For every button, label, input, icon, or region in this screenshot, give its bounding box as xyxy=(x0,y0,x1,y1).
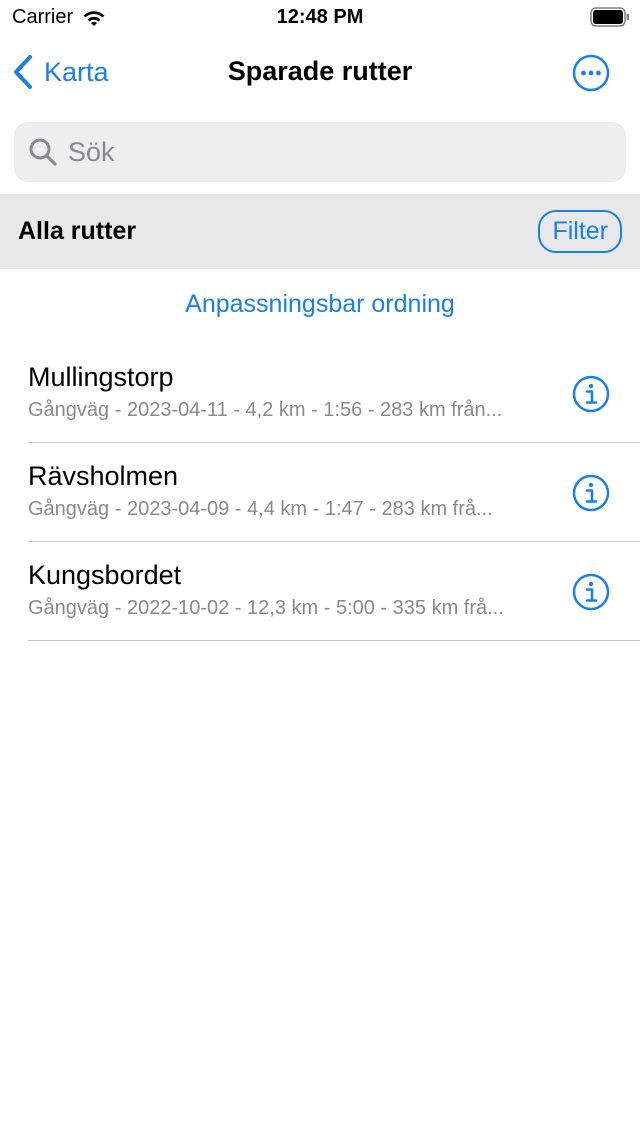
navigation-bar: Karta Sparade rutter xyxy=(0,36,640,112)
page-title: Sparade rutter xyxy=(227,56,413,86)
list-item[interactable]: Mullingstorp Gångväg - 2023-04-11 - 4,2 … xyxy=(0,344,640,443)
filter-button[interactable]: Filter xyxy=(538,210,622,253)
info-circle-icon[interactable] xyxy=(572,474,610,512)
ellipsis-circle-icon[interactable] xyxy=(572,54,610,92)
list-item[interactable]: Kungsbordet Gångväg - 2022-10-02 - 12,3 … xyxy=(0,542,640,641)
status-bar: Carrier 12:48 PM xyxy=(0,0,640,36)
clock: 12:48 PM xyxy=(276,6,364,28)
route-name: Rävsholmen xyxy=(28,461,179,491)
route-list: Mullingstorp Gångväg - 2023-04-11 - 4,2 … xyxy=(0,344,640,641)
route-details: Gångväg - 2022-10-02 - 12,3 km - 5:00 - … xyxy=(28,597,504,619)
magnifier-icon xyxy=(29,138,57,166)
route-name: Kungsbordet xyxy=(28,560,182,590)
info-circle-icon[interactable] xyxy=(572,375,610,413)
sort-order-button[interactable]: Anpassningsbar ordning xyxy=(0,290,640,319)
route-details: Gångväg - 2023-04-11 - 4,2 km - 1:56 - 2… xyxy=(28,399,503,421)
saved-routes-screen: Carrier 12:48 PM Karta Sparade rutter Sö… xyxy=(0,0,640,1136)
battery-icon xyxy=(590,7,629,27)
section-header: Alla rutter Filter xyxy=(0,194,640,269)
info-circle-icon[interactable] xyxy=(572,573,610,611)
route-details: Gångväg - 2023-04-09 - 4,4 km - 1:47 - 2… xyxy=(28,498,493,520)
search-bar[interactable] xyxy=(14,122,626,182)
row-divider xyxy=(28,640,640,641)
route-name: Mullingstorp xyxy=(28,362,174,392)
list-item[interactable]: Rävsholmen Gångväg - 2023-04-09 - 4,4 km… xyxy=(0,443,640,542)
search-input[interactable] xyxy=(68,136,568,168)
section-title: Alla rutter xyxy=(18,217,137,245)
